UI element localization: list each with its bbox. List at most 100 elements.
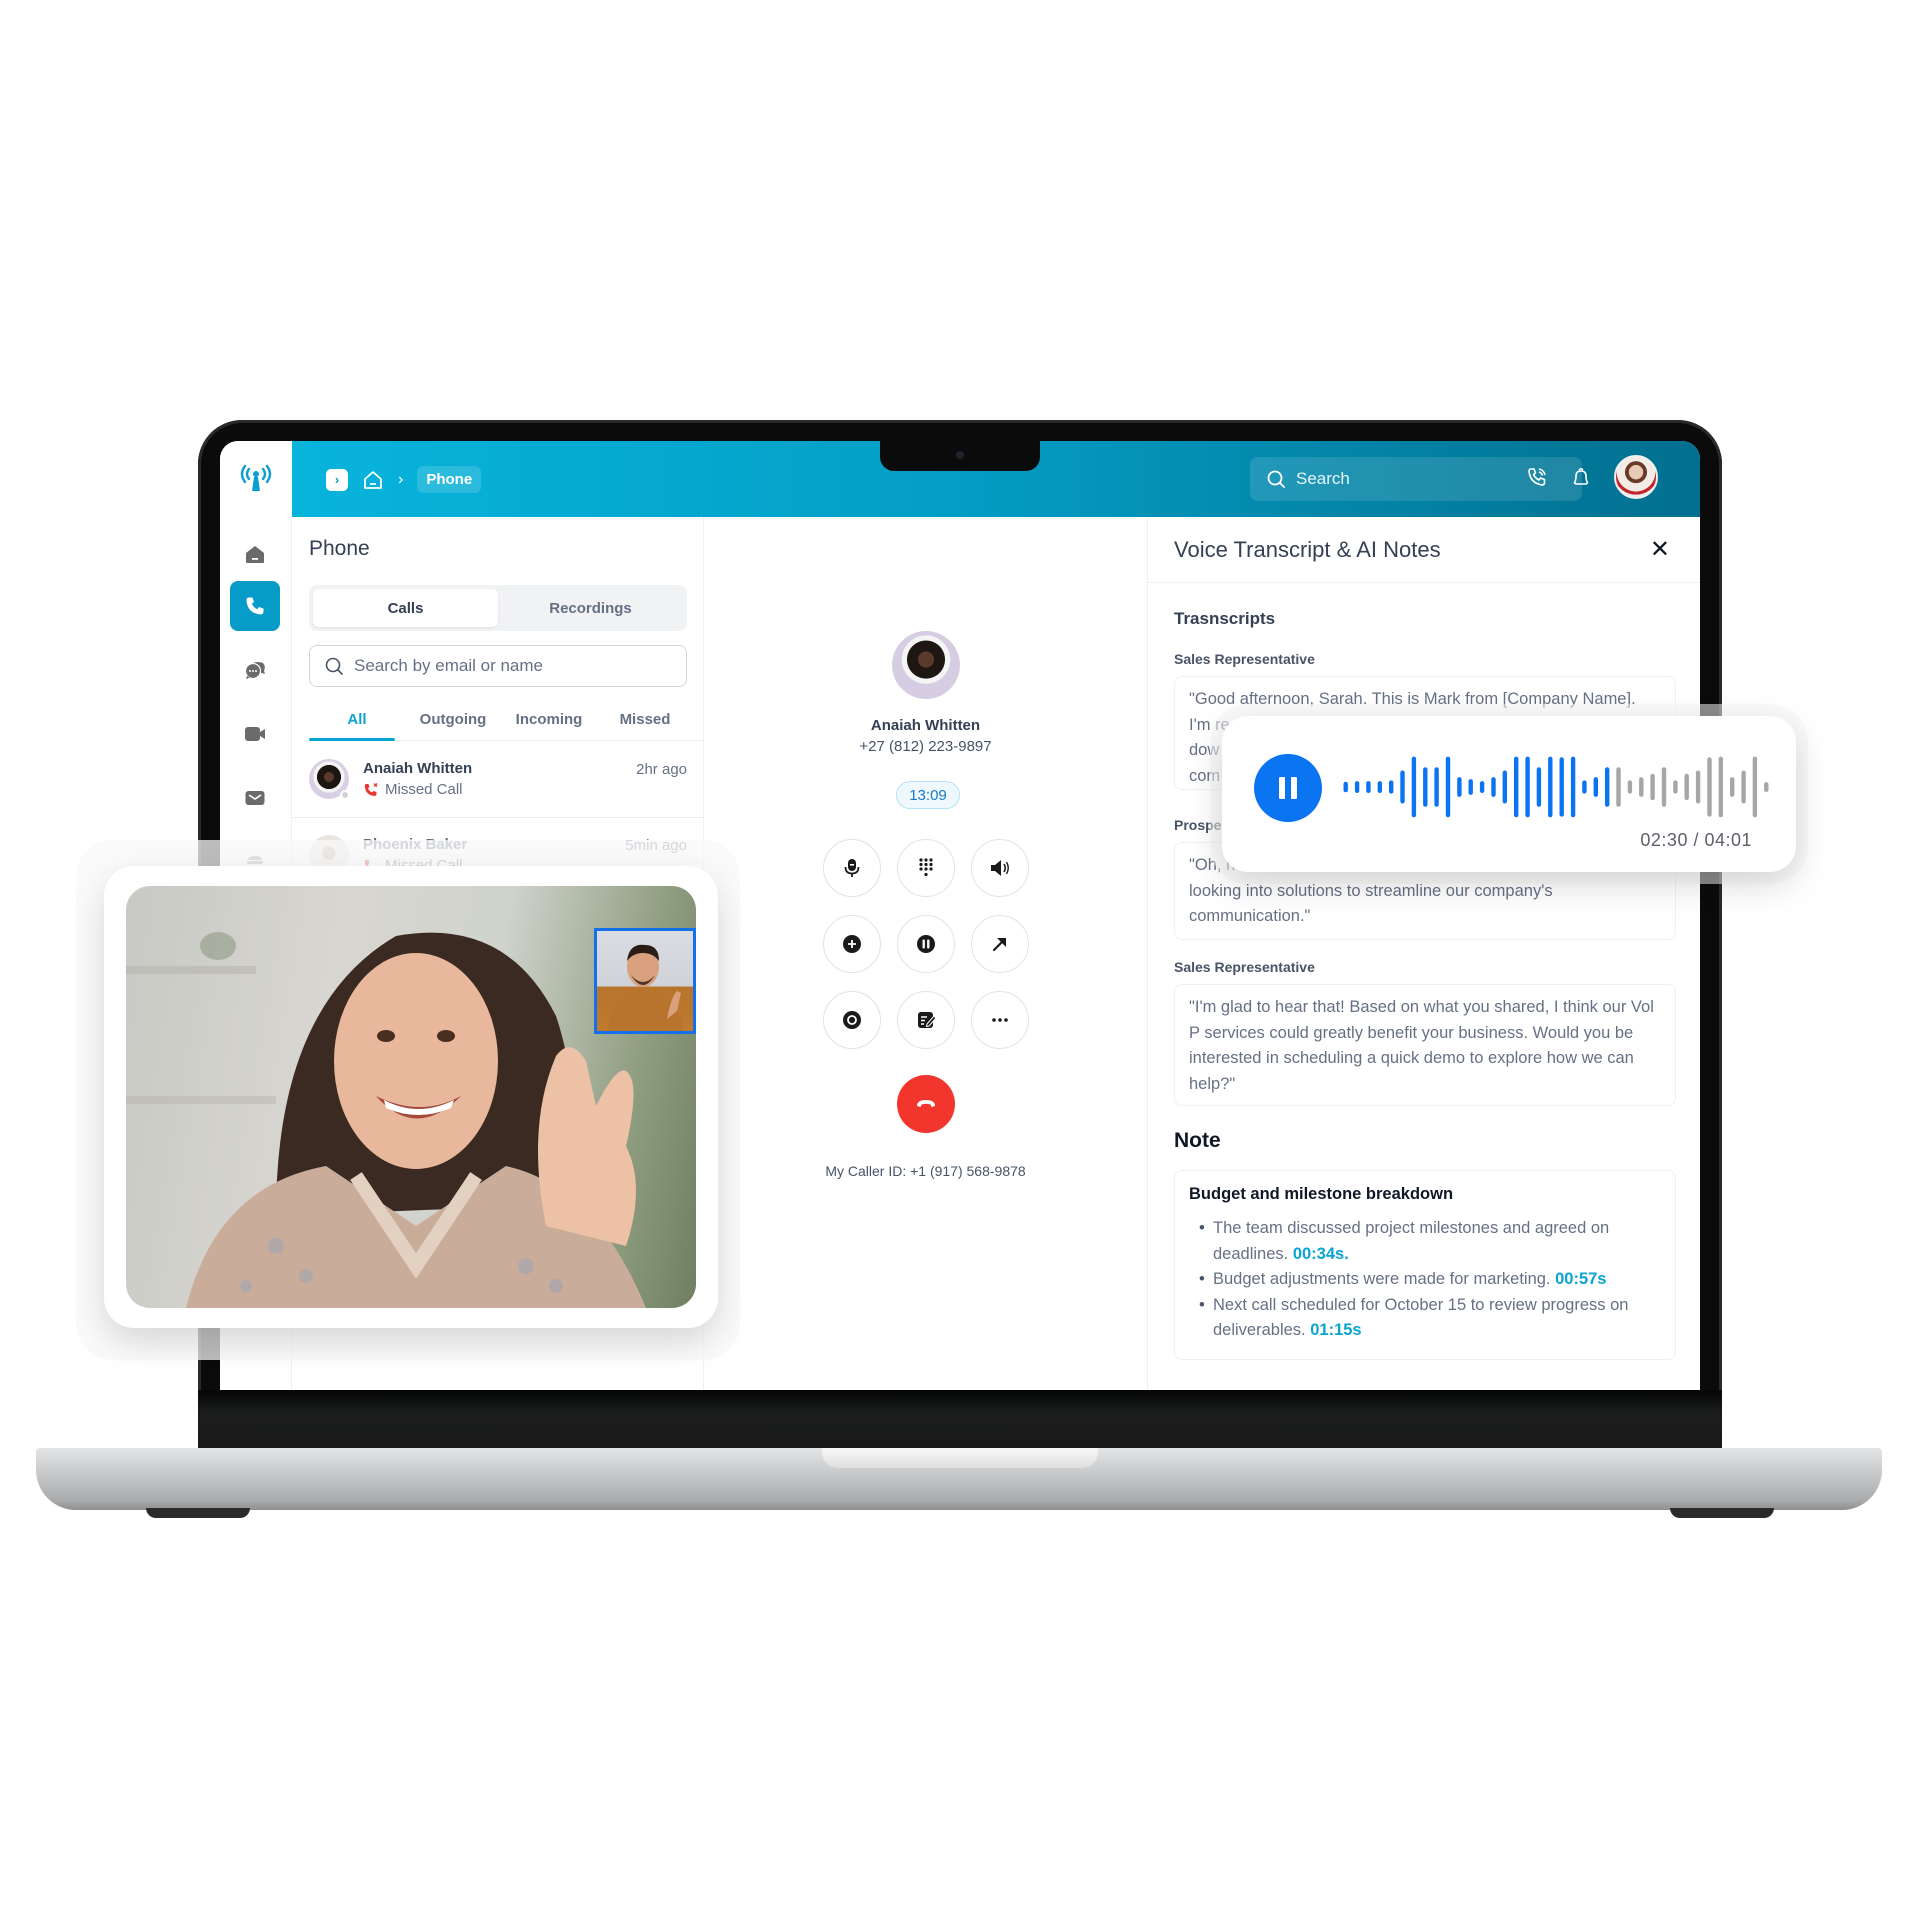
audio-waveform[interactable]	[1340, 752, 1772, 822]
filter-tab-incoming[interactable]: Incoming	[501, 697, 597, 740]
call-list-item[interactable]: Anaiah Whitten Missed Call 2hr ago	[292, 742, 704, 818]
more-options-button[interactable]	[971, 991, 1029, 1049]
waveform-bar	[1730, 777, 1735, 797]
my-caller-id: My Caller ID: +1 (917) 568-9878	[825, 1163, 1026, 1179]
contact-search-input[interactable]: Search by email or name	[309, 645, 687, 687]
breadcrumb-current[interactable]: Phone	[417, 466, 482, 493]
timestamp-link[interactable]: 01:15s	[1310, 1321, 1361, 1339]
arrow-up-right-icon	[992, 937, 1007, 952]
sidebar-item-video[interactable]	[230, 709, 280, 759]
filter-tab-all[interactable]: All	[309, 697, 405, 741]
close-icon: ✕	[1649, 536, 1670, 563]
waveform-bar	[1582, 780, 1587, 794]
note-heading: Note	[1174, 1129, 1221, 1152]
camera-notch	[880, 441, 1040, 471]
keypad-button[interactable]	[897, 839, 955, 897]
chevron-right-icon: ›	[398, 470, 404, 488]
note-list: The team discussed project milestones an…	[1189, 1216, 1661, 1344]
header-actions	[1526, 455, 1658, 499]
sidebar-item-home[interactable]	[230, 529, 280, 579]
sidebar-item-phone[interactable]	[230, 581, 280, 631]
pause-button[interactable]	[1254, 754, 1322, 822]
waveform-bar	[1570, 756, 1576, 818]
speaker-button[interactable]	[971, 839, 1029, 897]
speaker-label: Prospe	[1174, 817, 1222, 833]
user-avatar[interactable]	[1614, 455, 1658, 499]
waveform-bar	[1514, 756, 1519, 818]
plus-circle-icon	[843, 935, 861, 953]
waveform-bar	[1525, 756, 1530, 818]
self-video-image	[607, 944, 683, 1031]
waveform-bar	[1707, 757, 1712, 817]
waveform-bar	[1695, 770, 1701, 804]
transfer-button[interactable]	[971, 915, 1029, 973]
close-button[interactable]: ✕	[1650, 535, 1670, 564]
add-call-button[interactable]	[823, 915, 881, 973]
record-button[interactable]	[823, 991, 881, 1049]
notes-button[interactable]	[897, 991, 955, 1049]
waveform-bar	[1605, 767, 1610, 807]
logo[interactable]	[220, 441, 292, 517]
waveform-bar	[1536, 767, 1542, 807]
note-item: Budget adjustments were made for marketi…	[1199, 1267, 1661, 1293]
waveform-bar	[1423, 767, 1428, 807]
speaker-label: Sales Representative	[1174, 959, 1315, 975]
waveform-bar	[1752, 756, 1758, 818]
call-status: Missed Call	[363, 781, 463, 798]
filter-tab-outgoing[interactable]: Outgoing	[405, 697, 501, 740]
playback-time: 02:30 / 04:01	[1640, 830, 1752, 850]
contact-name: Anaiah Whitten	[870, 717, 981, 734]
chat-bubbles-icon	[244, 662, 265, 680]
phone-call-icon[interactable]	[1526, 466, 1548, 488]
phone-hangup-icon	[917, 1100, 935, 1107]
waveform-bar	[1389, 780, 1394, 794]
waveform-bar	[1445, 756, 1451, 818]
waveform-bar	[1559, 757, 1564, 817]
hang-up-button[interactable]	[897, 1075, 955, 1133]
microphone-icon	[844, 859, 860, 877]
waveform-bar	[1741, 770, 1746, 804]
more-horizontal-icon	[992, 1018, 1008, 1022]
tab-recordings[interactable]: Recordings	[498, 589, 683, 627]
bell-icon[interactable]	[1570, 466, 1592, 488]
contact-phone: +27 (812) 223-9897	[859, 738, 992, 755]
call-filter-tabs: All Outgoing Incoming Missed	[309, 697, 704, 741]
phone-icon	[246, 597, 264, 615]
waveform-bar	[1673, 780, 1678, 794]
transcript-panel: Voice Transcript & AI Notes ✕ Trasnscrip…	[1148, 517, 1700, 1390]
self-video-preview[interactable]	[594, 928, 696, 1034]
hold-button[interactable]	[897, 915, 955, 973]
sidebar-item-chat[interactable]	[230, 645, 280, 695]
call-controls	[823, 839, 1029, 1049]
note-item: Next call scheduled for October 15 to re…	[1199, 1293, 1661, 1344]
home-icon[interactable]	[362, 469, 384, 491]
note-title: Budget and milestone breakdown	[1189, 1185, 1454, 1203]
breadcrumb: › › Phone	[326, 466, 482, 493]
tab-calls[interactable]: Calls	[313, 589, 498, 627]
mute-button[interactable]	[823, 839, 881, 897]
calls-recordings-toggle: Calls Recordings	[309, 585, 687, 631]
missed-call-icon	[364, 782, 378, 796]
call-time: 2hr ago	[636, 761, 687, 778]
presence-indicator	[340, 790, 350, 800]
waveform-bar	[1479, 781, 1485, 793]
call-timer: 13:09	[896, 781, 960, 809]
timestamp-link[interactable]: 00:34s.	[1293, 1245, 1349, 1263]
filter-tab-missed[interactable]: Missed	[597, 697, 693, 740]
laptop-foot	[146, 1508, 250, 1518]
waveform-bar	[1468, 779, 1473, 795]
video-camera-icon	[245, 727, 265, 741]
sidebar-item-mail[interactable]	[230, 773, 280, 823]
active-call-panel: Anaiah Whitten +27 (812) 223-9897 13:09	[704, 517, 1148, 1390]
timestamp-link[interactable]: 00:57s	[1555, 1270, 1606, 1288]
search-icon	[325, 657, 343, 675]
waveform-bar	[1400, 770, 1405, 804]
pause-icon	[1279, 777, 1297, 799]
ai-note-card: Budget and milestone breakdown The team …	[1174, 1170, 1676, 1360]
sidebar-toggle-button[interactable]: ›	[326, 468, 348, 491]
speaker-icon	[991, 860, 1009, 876]
search-placeholder: Search	[1296, 469, 1350, 488]
keypad-icon	[919, 858, 933, 877]
waveform-bar	[1457, 777, 1462, 797]
speaker-label: Sales Representative	[1174, 651, 1315, 667]
